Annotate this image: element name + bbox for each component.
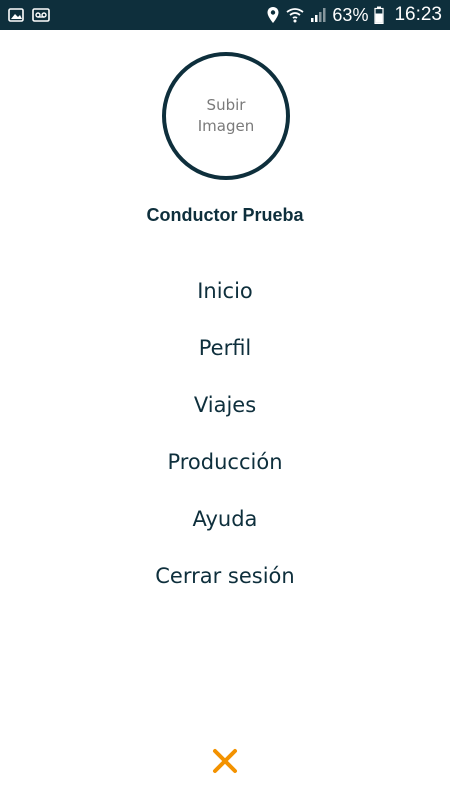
clock: 16:23	[394, 4, 442, 25]
menu-item-cerrar-sesion[interactable]: Cerrar sesión	[0, 547, 450, 604]
drawer-menu: Inicio Perfil Viajes Producción Ayuda Ce…	[0, 262, 450, 604]
battery-icon	[374, 6, 385, 24]
menu-item-inicio[interactable]: Inicio	[0, 262, 450, 319]
status-bar: 63% 16:23	[0, 0, 450, 30]
avatar-upload-label-line2: Imagen	[197, 117, 255, 135]
avatar-upload-label-line1: Subir	[206, 96, 246, 114]
wifi-icon	[286, 7, 304, 23]
location-icon	[266, 6, 280, 24]
image-icon	[8, 7, 24, 23]
user-name: Conductor Prueba	[146, 205, 304, 225]
menu-item-produccion[interactable]: Producción	[0, 433, 450, 490]
close-icon	[211, 747, 239, 780]
close-button[interactable]	[205, 745, 245, 781]
avatar-upload-label: Subir Imagen	[186, 95, 266, 137]
battery-percent: 63%	[332, 4, 369, 25]
avatar-upload[interactable]: Subir Imagen	[162, 52, 290, 180]
voicemail-icon	[32, 7, 50, 23]
status-right: 63% 16:23	[266, 4, 442, 26]
signal-icon	[310, 7, 326, 23]
menu-item-ayuda[interactable]: Ayuda	[0, 490, 450, 547]
menu-item-perfil[interactable]: Perfil	[0, 319, 450, 376]
status-left	[8, 7, 50, 23]
menu-item-viajes[interactable]: Viajes	[0, 376, 450, 433]
